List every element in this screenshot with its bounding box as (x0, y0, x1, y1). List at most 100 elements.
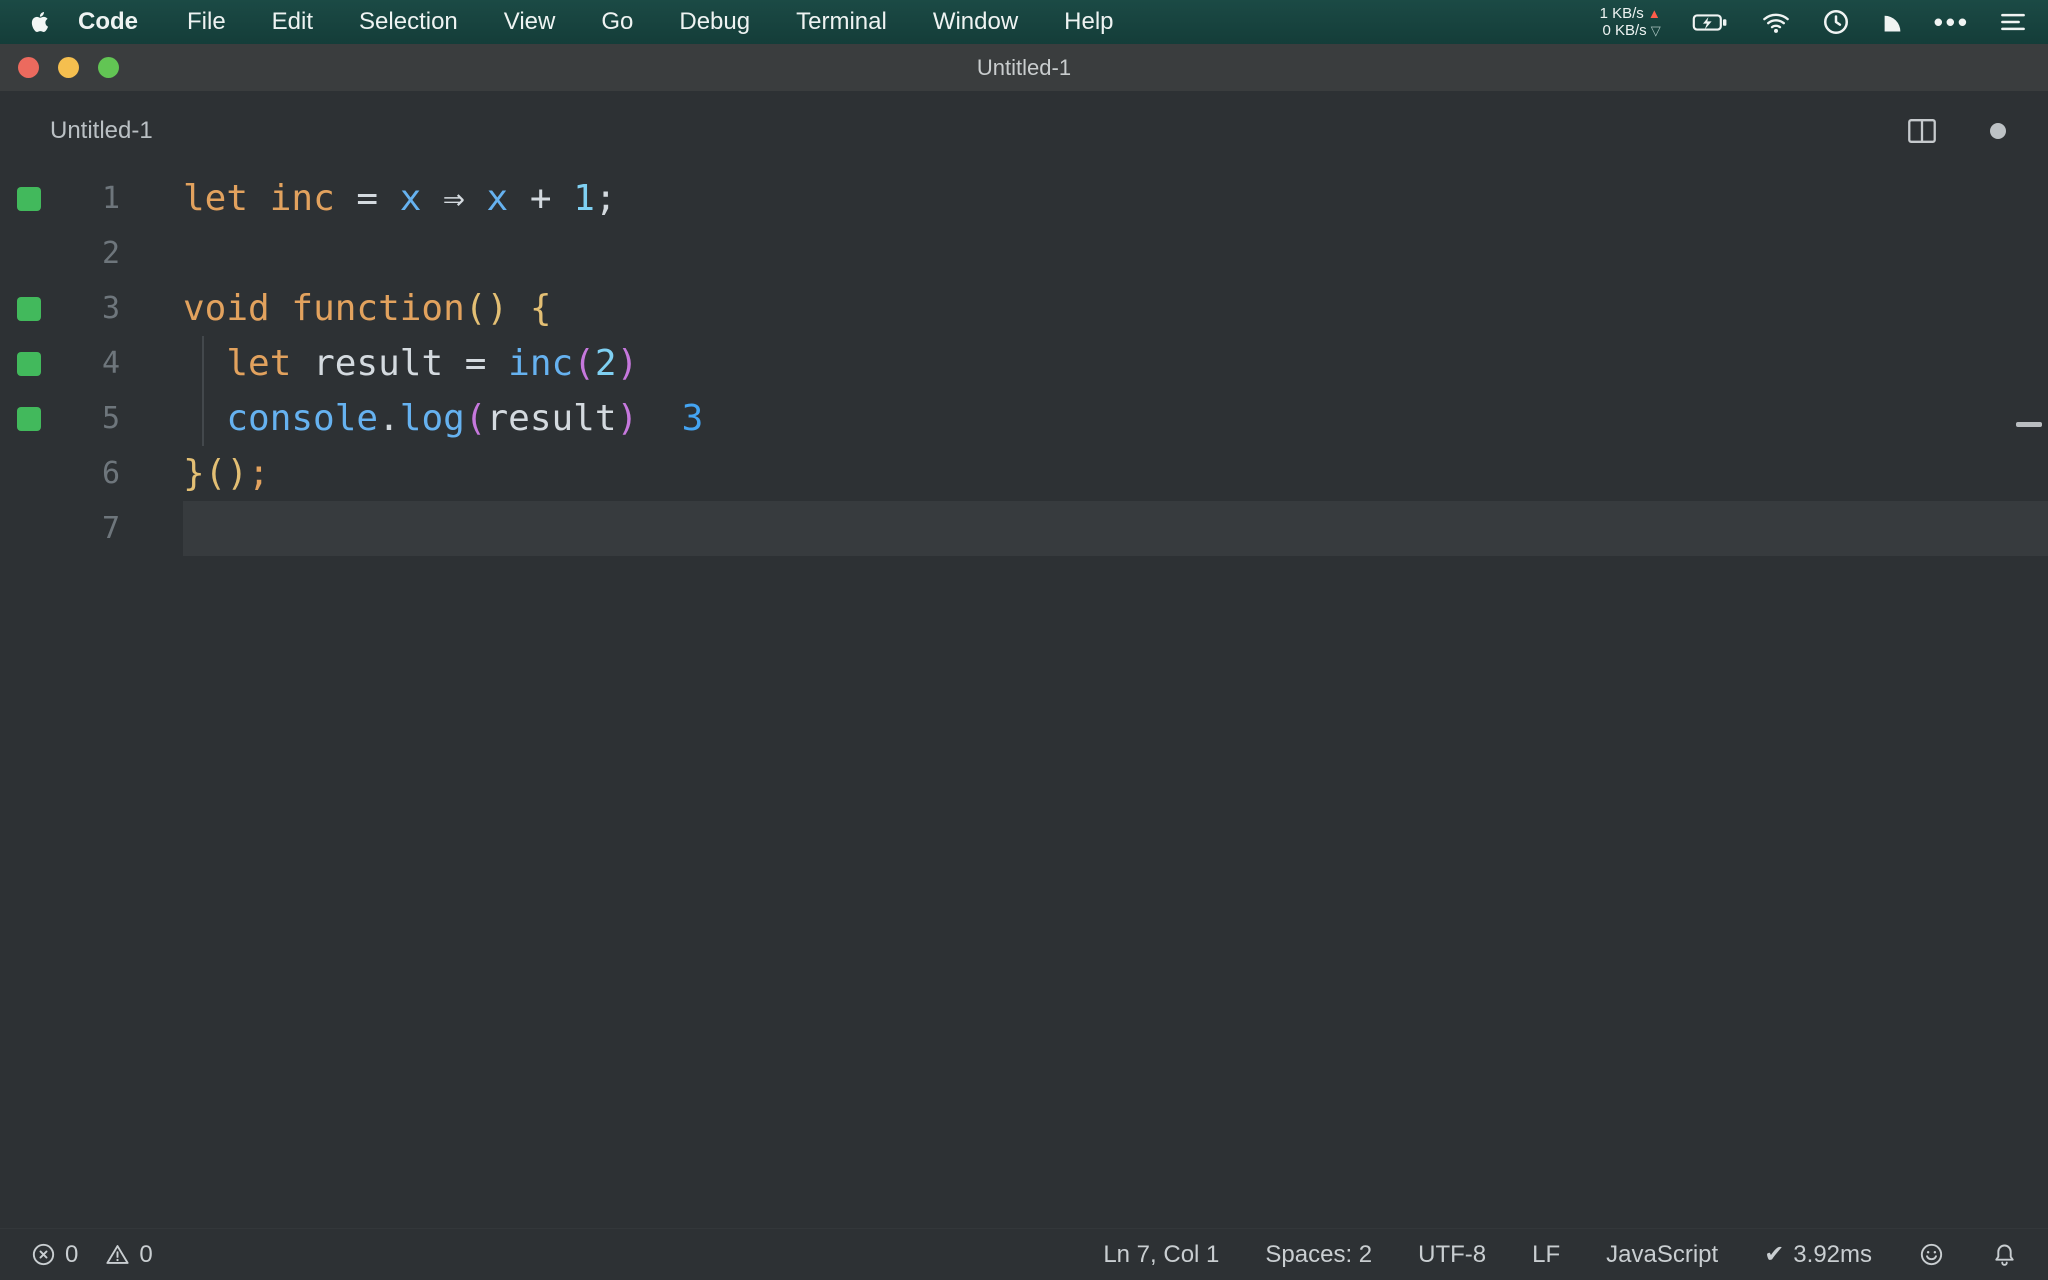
code-token: x (486, 178, 509, 219)
code-token: . (378, 398, 400, 439)
code-token: log (399, 398, 465, 439)
editor-header: Untitled-1 (0, 91, 2048, 171)
error-count: 0 (65, 1240, 79, 1268)
battery-icon[interactable] (1689, 9, 1731, 36)
more-menu-icon[interactable]: ••• (1934, 9, 1970, 35)
code-line-7[interactable]: 7 (0, 501, 2048, 556)
window-title: Untitled-1 (976, 54, 1072, 80)
code-token: ; (248, 453, 270, 494)
upload-arrow-icon: ▲ (1647, 6, 1661, 21)
code-editor[interactable]: 1 let inc = x ⇒ x + 1; 2 3 void function() {… (0, 171, 2048, 556)
coverage-gutter (0, 226, 57, 281)
menu-item-go[interactable]: Go (578, 8, 656, 36)
warning-count: 0 (139, 1240, 153, 1268)
zoom-button[interactable] (98, 57, 119, 78)
warning-icon (104, 1241, 131, 1268)
macos-menu-bar: Code File Edit Selection View Go Debug Termina… (0, 0, 2048, 44)
code-line-5[interactable]: 5 console.log(result) 3 (0, 391, 2048, 446)
code-token: console (226, 398, 379, 439)
list-menu-icon[interactable] (1998, 7, 2028, 37)
code-token: ⇒ (421, 178, 487, 219)
menu-app-name[interactable]: Code (62, 8, 164, 36)
code-token: x (399, 178, 422, 219)
line-number[interactable]: 2 (57, 226, 120, 281)
menu-item-view[interactable]: View (481, 8, 579, 36)
indent-guide (202, 336, 204, 446)
coverage-gutter (0, 446, 57, 501)
code-token: 3 (681, 398, 704, 439)
feedback-smiley-icon[interactable] (1918, 1241, 1945, 1268)
code-text: let result = inc(2) (183, 336, 2048, 391)
timing-value: 3.92ms (1793, 1240, 1872, 1268)
download-arrow-icon: ▽ (1650, 23, 1661, 38)
encoding-setting[interactable]: UTF-8 (1418, 1241, 1486, 1269)
wifi-icon[interactable] (1759, 8, 1793, 36)
line-number[interactable]: 5 (57, 391, 120, 446)
clock-icon[interactable] (1821, 7, 1851, 37)
coverage-gutter (0, 501, 57, 556)
apple-menu-icon[interactable] (18, 10, 62, 34)
minimize-button[interactable] (58, 57, 79, 78)
menu-item-file[interactable]: File (164, 8, 249, 36)
code-token: = (334, 178, 400, 219)
status-bar: 0 0 Ln 7, Col 1 Spaces: 2 UTF-8 LF JavaS… (0, 1228, 2048, 1280)
menu-item-help[interactable]: Help (1041, 8, 1136, 36)
window-title-bar: Untitled-1 (0, 44, 2048, 91)
code-line-1[interactable]: 1 let inc = x ⇒ x + 1; (0, 171, 2048, 226)
close-button[interactable] (18, 57, 39, 78)
code-token: let (183, 178, 249, 219)
menu-item-edit[interactable]: Edit (249, 8, 336, 36)
code-token: let (226, 343, 292, 384)
menu-item-terminal[interactable]: Terminal (773, 8, 910, 36)
coverage-indicator-icon (0, 391, 57, 446)
editor-actions (1906, 117, 2006, 145)
code-token: inc (508, 343, 574, 384)
code-text: console.log(result) 3 (183, 391, 2048, 446)
coverage-indicator-icon (0, 281, 57, 336)
overview-ruler-mark (2016, 422, 2042, 427)
error-icon (30, 1241, 57, 1268)
code-token: inc (269, 178, 335, 219)
line-number[interactable]: 7 (57, 501, 120, 556)
eol-setting[interactable]: LF (1532, 1241, 1560, 1269)
line-number[interactable]: 6 (57, 446, 120, 501)
problems-indicator[interactable]: 0 0 (30, 1241, 169, 1269)
menu-bar-extras: 1 KB/s ▲ 0 KB/s ▽ ••• (1600, 5, 2028, 39)
window-controls (0, 57, 119, 78)
code-text (183, 501, 2048, 556)
code-line-2[interactable]: 2 (0, 226, 2048, 281)
line-number[interactable]: 4 (57, 336, 120, 391)
code-text: void function() { (183, 281, 2048, 336)
code-line-3[interactable]: 3 void function() { (0, 281, 2048, 336)
line-number[interactable]: 3 (57, 281, 120, 336)
notifications-bell-icon[interactable] (1991, 1241, 2018, 1268)
code-text: let inc = x ⇒ x + 1; (183, 171, 2048, 226)
code-line-6[interactable]: 6}(); (0, 446, 2048, 501)
menu-item-window[interactable]: Window (910, 8, 1041, 36)
code-token: function (291, 288, 465, 329)
check-icon: ✔ (1764, 1241, 1785, 1268)
code-token: ; (594, 178, 617, 219)
split-editor-icon[interactable] (1906, 117, 1938, 145)
indentation-setting[interactable]: Spaces: 2 (1265, 1241, 1372, 1269)
code-token: result (486, 398, 617, 439)
unsaved-changes-indicator (1990, 123, 2006, 139)
cursor-position[interactable]: Ln 7, Col 1 (1103, 1241, 1219, 1269)
code-token: + (508, 178, 574, 219)
line-number[interactable]: 1 (57, 171, 120, 226)
menubar-extra-app-icon[interactable] (1879, 9, 1906, 36)
language-mode[interactable]: JavaScript (1606, 1241, 1718, 1269)
code-token: ) (616, 343, 639, 384)
network-speed-indicator[interactable]: 1 KB/s ▲ 0 KB/s ▽ (1600, 5, 1661, 39)
menu-item-debug[interactable]: Debug (656, 8, 773, 36)
quokka-timing[interactable]: ✔ 3.92ms (1764, 1240, 1872, 1269)
menu-item-selection[interactable]: Selection (336, 8, 481, 36)
code-token: ( (573, 343, 595, 384)
code-line-4[interactable]: 4 let result = inc(2) (0, 336, 2048, 391)
